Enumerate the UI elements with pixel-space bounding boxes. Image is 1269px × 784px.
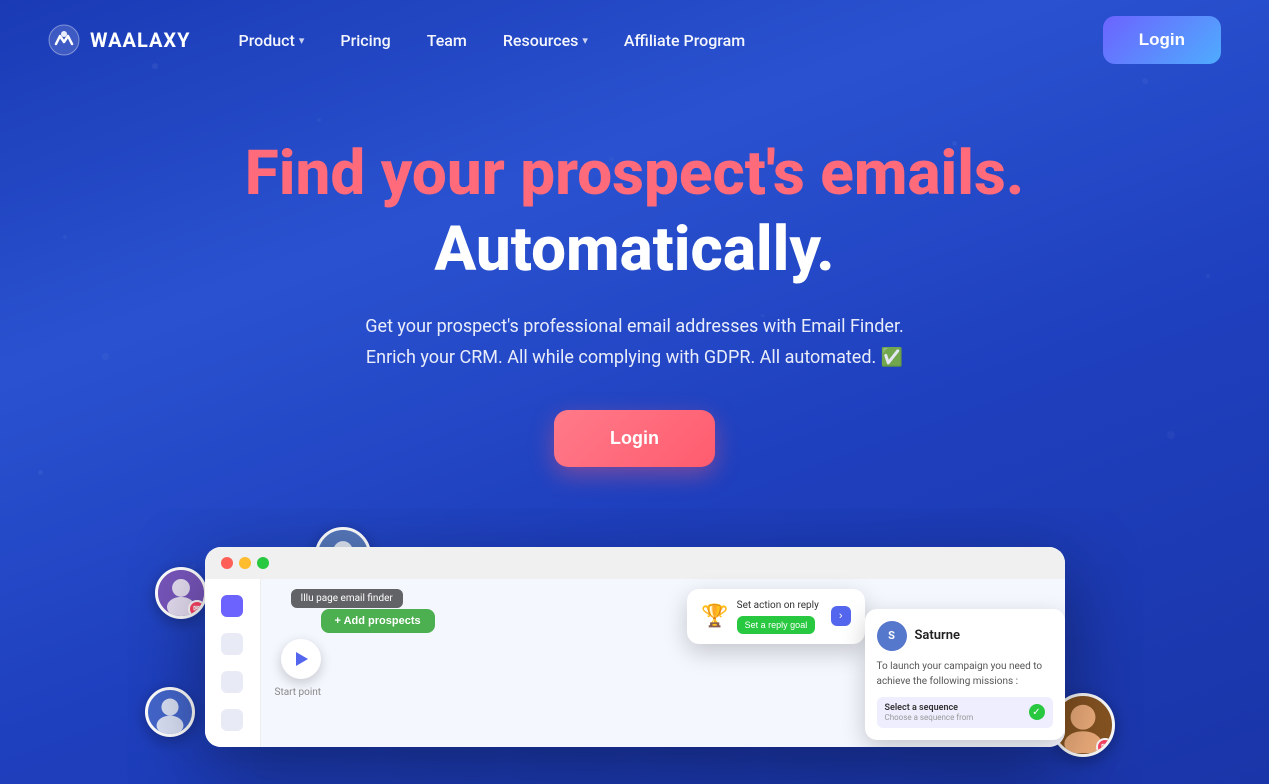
product-screenshot: Illu page email finder + Add prospects S… xyxy=(205,547,1065,747)
notification-badge-5: ✉ xyxy=(1096,738,1114,756)
play-triangle-icon xyxy=(296,652,308,666)
avatar-2: ✉ xyxy=(155,567,207,619)
sidebar-icon-1 xyxy=(221,633,243,655)
nav-link-affiliate[interactable]: Affiliate Program xyxy=(624,31,745,50)
saturne-avatar: S xyxy=(877,621,907,651)
nav-link-product[interactable]: Product ▾ xyxy=(238,31,304,50)
sidebar-icon-2 xyxy=(221,671,243,693)
saturne-card: S Saturne To launch your campaign you ne… xyxy=(865,609,1065,740)
nav-link-team[interactable]: Team xyxy=(427,31,467,50)
window-close-dot xyxy=(221,557,233,569)
nav-item-team[interactable]: Team xyxy=(427,31,467,50)
frame-main: Illu page email finder + Add prospects S… xyxy=(261,579,1065,747)
start-point-label: Start point xyxy=(275,687,322,698)
nav-item-pricing[interactable]: Pricing xyxy=(340,31,390,50)
nav-login-button[interactable]: Login xyxy=(1103,16,1221,64)
set-reply-button[interactable]: Set a reply goal xyxy=(737,616,816,634)
nav-item-affiliate[interactable]: Affiliate Program xyxy=(624,31,745,50)
window-expand-dot xyxy=(257,557,269,569)
add-icon: + xyxy=(335,615,341,627)
nav-links: Product ▾ Pricing Team Resources xyxy=(238,31,745,50)
add-prospects-button[interactable]: + Add prospects xyxy=(321,609,435,633)
frame-content: Illu page email finder + Add prospects S… xyxy=(205,579,1065,747)
window-minimize-dot xyxy=(239,557,251,569)
hero-title-pink: Find your prospect's emails. xyxy=(20,140,1249,208)
trophy-card: 🏆 Set action on reply Set a reply goal › xyxy=(687,589,864,644)
play-button[interactable] xyxy=(281,639,321,679)
sidebar-icon-active xyxy=(221,595,243,617)
logo-text: WAALAXY xyxy=(90,28,190,52)
sidebar-icon-3 xyxy=(221,709,243,731)
notification-badge-2: ✉ xyxy=(188,600,206,618)
saturne-body: To launch your campaign you need to achi… xyxy=(877,659,1053,689)
app-sidebar xyxy=(205,579,261,747)
saturne-name: Saturne xyxy=(915,628,960,643)
chevron-down-icon: ▾ xyxy=(582,34,588,47)
saturne-option-sub: Choose a sequence from xyxy=(885,713,974,722)
avatar-3 xyxy=(145,687,195,737)
saturne-option-title: Select a sequence xyxy=(885,703,974,713)
navbar: WAALAXY Product ▾ Pricing Team xyxy=(0,0,1269,80)
chevron-down-icon: ▾ xyxy=(299,34,305,47)
screenshot-area: ✉ ✉ ✉ xyxy=(185,547,1085,747)
trophy-icon: 🏆 xyxy=(701,604,728,629)
nav-item-product[interactable]: Product ▾ xyxy=(238,31,304,50)
check-icon: ✓ xyxy=(1029,704,1045,720)
nav-item-resources[interactable]: Resources ▾ xyxy=(503,31,588,50)
waalaxy-logo-icon xyxy=(48,24,80,56)
hero-section: Find your prospect's emails. Automatical… xyxy=(0,80,1269,507)
titlebar xyxy=(205,547,1065,579)
trophy-card-title: Set action on reply xyxy=(737,599,819,613)
arrow-button[interactable]: › xyxy=(831,606,851,626)
hero-cta-button[interactable]: Login xyxy=(554,410,715,467)
illu-label-tag: Illu page email finder xyxy=(291,589,403,608)
nav-link-resources[interactable]: Resources ▾ xyxy=(503,31,588,50)
hero-title-white: Automatically. xyxy=(20,216,1249,284)
saturne-header: S Saturne xyxy=(877,621,1053,651)
logo-link[interactable]: WAALAXY xyxy=(48,24,190,56)
saturne-option: Select a sequence Choose a sequence from… xyxy=(877,697,1053,728)
hero-subtitle: Get your prospect's professional email a… xyxy=(325,312,945,373)
nav-link-pricing[interactable]: Pricing xyxy=(340,31,390,50)
